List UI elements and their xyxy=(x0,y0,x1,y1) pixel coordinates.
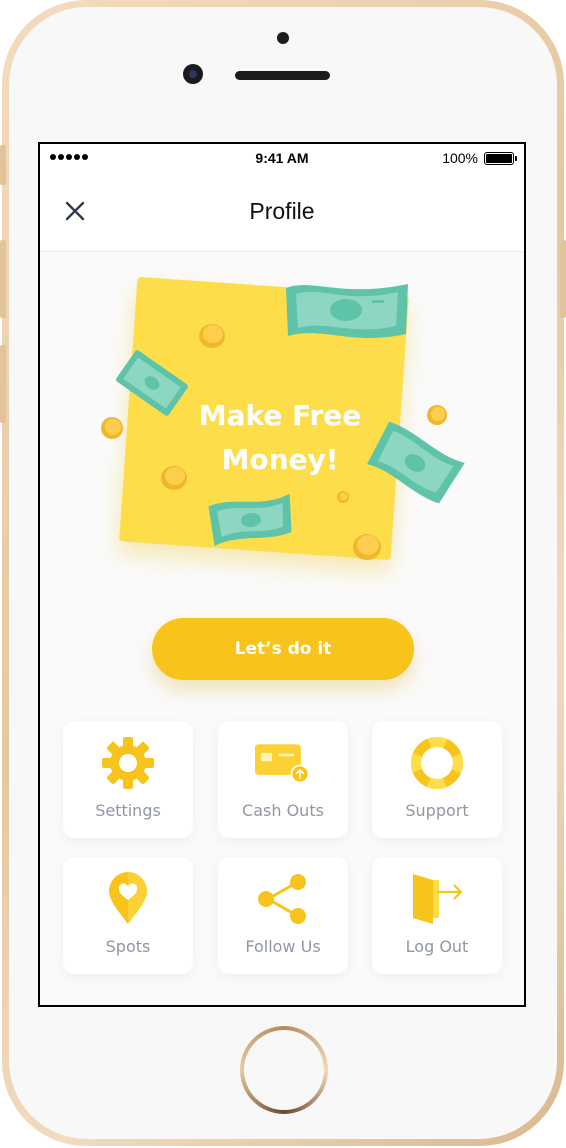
page-title: Profile xyxy=(249,198,315,224)
power-button xyxy=(560,240,566,318)
menu-tile-spots[interactable]: Spots xyxy=(63,857,193,974)
menu-label-cash-outs: Cash Outs xyxy=(242,801,324,820)
credit-card-icon xyxy=(255,735,311,791)
screen: 9:41 AM 100% Profile Make Free Money! Le… xyxy=(38,142,526,1007)
navigation-bar: Profile xyxy=(40,174,524,252)
menu-label-log-out: Log Out xyxy=(405,937,469,956)
menu-label-follow-us: Follow Us xyxy=(245,937,321,956)
promo-line-2: Money! xyxy=(221,443,339,476)
gear-icon xyxy=(100,735,156,791)
mute-switch xyxy=(0,145,6,185)
profile-menu-grid: Settings Cash Outs Support Spots Follow … xyxy=(63,721,503,976)
front-camera xyxy=(183,64,203,84)
lifebuoy-icon xyxy=(409,735,465,791)
promo-illustration: Make Free Money! xyxy=(100,264,480,594)
logout-door-icon xyxy=(409,871,465,927)
coin-icon xyxy=(101,417,123,439)
earpiece-speaker xyxy=(235,71,330,80)
status-bar: 9:41 AM 100% xyxy=(40,144,524,174)
menu-tile-settings[interactable]: Settings xyxy=(63,721,193,838)
coin-icon xyxy=(199,324,225,348)
menu-label-settings: Settings xyxy=(95,801,161,820)
money-bill-icon xyxy=(208,493,292,546)
home-button[interactable] xyxy=(240,1026,328,1114)
lets-do-it-button[interactable]: Let’s do it xyxy=(152,618,414,680)
menu-tile-support[interactable]: Support xyxy=(372,721,502,838)
proximity-sensor xyxy=(277,32,289,44)
menu-tile-cash-outs[interactable]: Cash Outs xyxy=(218,721,348,838)
money-bill-icon xyxy=(286,284,408,338)
coin-icon xyxy=(353,534,381,560)
menu-label-support: Support xyxy=(405,801,469,820)
volume-up-button xyxy=(0,240,6,318)
battery-icon xyxy=(484,152,517,165)
volume-down-button xyxy=(0,345,6,423)
menu-tile-log-out[interactable]: Log Out xyxy=(372,857,502,974)
promo-line-1: Make Free xyxy=(198,399,362,432)
promo-headline: Make Free Money! xyxy=(140,394,420,482)
map-pin-heart-icon xyxy=(100,871,156,927)
coin-icon xyxy=(337,491,349,503)
share-icon xyxy=(255,871,311,927)
coin-icon xyxy=(427,405,447,425)
battery-percentage: 100% xyxy=(442,150,478,166)
menu-label-spots: Spots xyxy=(105,937,151,956)
menu-tile-follow-us[interactable]: Follow Us xyxy=(218,857,348,974)
